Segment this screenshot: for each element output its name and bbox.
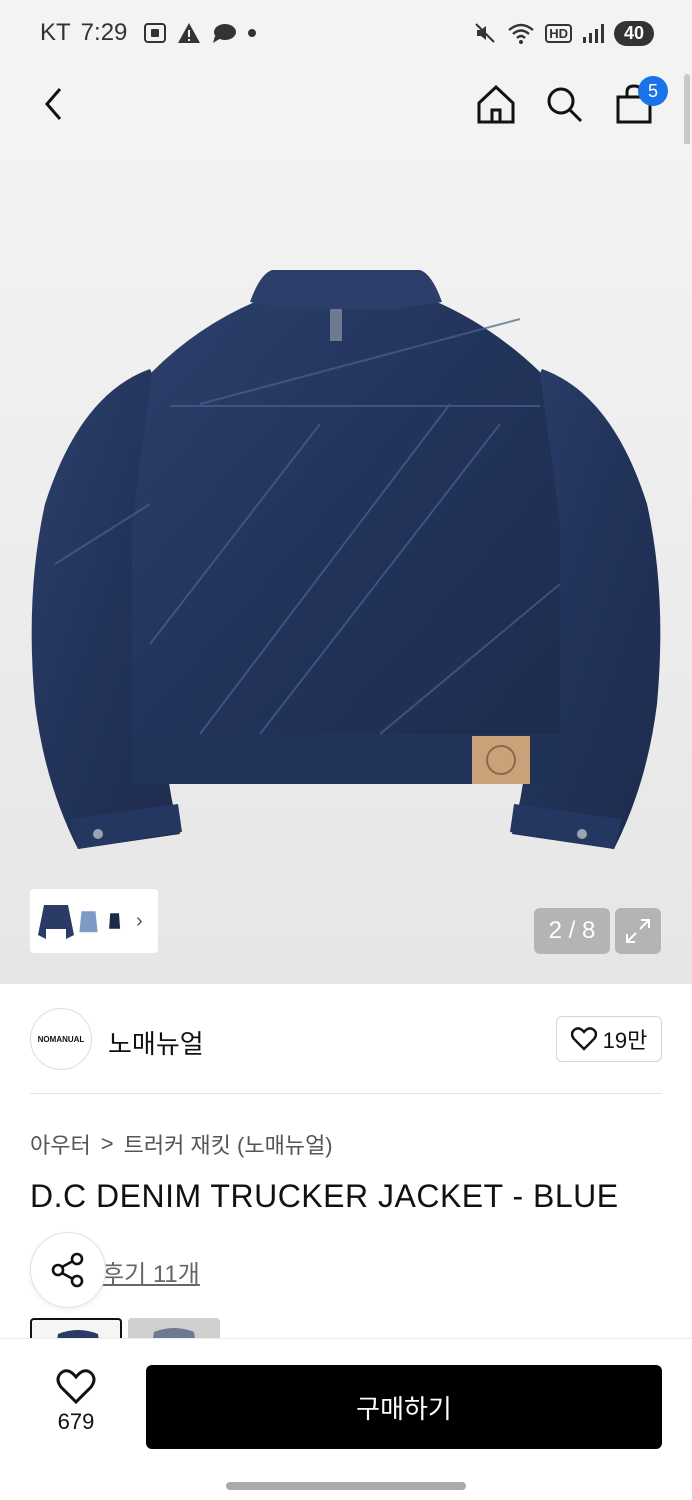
breadcrumb-category[interactable]: 아우터	[30, 1128, 91, 1160]
warning-icon	[178, 23, 201, 43]
product-title: D.C DENIM TRUCKER JACKET - BLUE	[30, 1178, 619, 1214]
screenshot-icon	[144, 23, 167, 43]
chevron-left-icon	[45, 88, 62, 120]
search-button[interactable]	[540, 80, 588, 128]
expand-icon	[626, 919, 650, 943]
expand-button[interactable]	[615, 908, 661, 954]
breadcrumb-subcategory[interactable]: 트러커 재킷 (노매뉴얼)	[124, 1128, 333, 1160]
cart-count-badge: 5	[638, 76, 668, 106]
cart-button[interactable]: 5	[610, 76, 668, 128]
product-like-count: 679	[57, 1409, 95, 1434]
brand-logo[interactable]: NOMANUAL	[30, 1008, 92, 1070]
breadcrumb-separator: >	[100, 1131, 114, 1156]
thumbnail-strip[interactable]: ›	[30, 889, 158, 953]
thumbnail-jacket-back[interactable]	[36, 895, 76, 947]
chevron-right-icon[interactable]: ›	[136, 910, 143, 933]
breadcrumb: 아우터 > 트러커 재킷 (노매뉴얼)	[30, 1128, 333, 1160]
thumbnail-jacket-light[interactable]	[78, 895, 106, 947]
page-scrollbar[interactable]	[684, 74, 690, 152]
brand-logo-text: NOMANUAL	[37, 1034, 85, 1044]
divider	[30, 1093, 662, 1094]
brand-like-count: 19만	[602, 1028, 648, 1053]
bottom-action-bar: 679 구매하기	[0, 1338, 692, 1500]
home-button[interactable]	[472, 80, 520, 128]
review-link[interactable]: 후기 11개	[102, 1254, 200, 1289]
product-like-button[interactable]: 679	[40, 1369, 112, 1449]
heart-icon	[56, 1369, 96, 1405]
page-indicator: 2 / 8	[534, 908, 610, 954]
status-right: HD 40	[473, 20, 654, 46]
status-time: 7:29	[80, 19, 128, 46]
carrier: KT	[40, 19, 71, 46]
brand-row[interactable]: NOMANUAL 노매뉴얼 19만	[30, 1006, 662, 1072]
hd-badge: HD	[545, 23, 572, 43]
top-nav: 5	[0, 66, 692, 144]
battery-indicator: 40	[613, 20, 654, 46]
share-icon	[51, 1252, 84, 1288]
search-icon	[547, 87, 583, 123]
status-left: KT 7:29	[40, 19, 257, 47]
back-button[interactable]	[30, 80, 78, 128]
home-icon	[477, 84, 515, 124]
buy-button[interactable]: 구매하기	[146, 1365, 662, 1449]
chat-bubble-icon	[213, 24, 237, 43]
share-button[interactable]	[30, 1232, 106, 1308]
product-image-gallery[interactable]: › 2 / 8	[0, 144, 692, 984]
brand-name[interactable]: 노매뉴얼	[108, 1024, 204, 1061]
heart-icon	[570, 1027, 597, 1051]
mute-icon	[475, 23, 495, 43]
thumbnail-jacket-dark[interactable]	[108, 895, 130, 947]
home-indicator[interactable]	[226, 1482, 466, 1490]
product-image	[31, 270, 661, 849]
brand-like-button[interactable]: 19만	[556, 1016, 662, 1062]
review-row: 후기 11개	[30, 1232, 430, 1308]
dot-icon	[248, 29, 257, 37]
wifi-icon	[508, 23, 534, 44]
status-bar: KT 7:29 HD 40	[0, 0, 692, 66]
signal-icon	[582, 24, 604, 43]
